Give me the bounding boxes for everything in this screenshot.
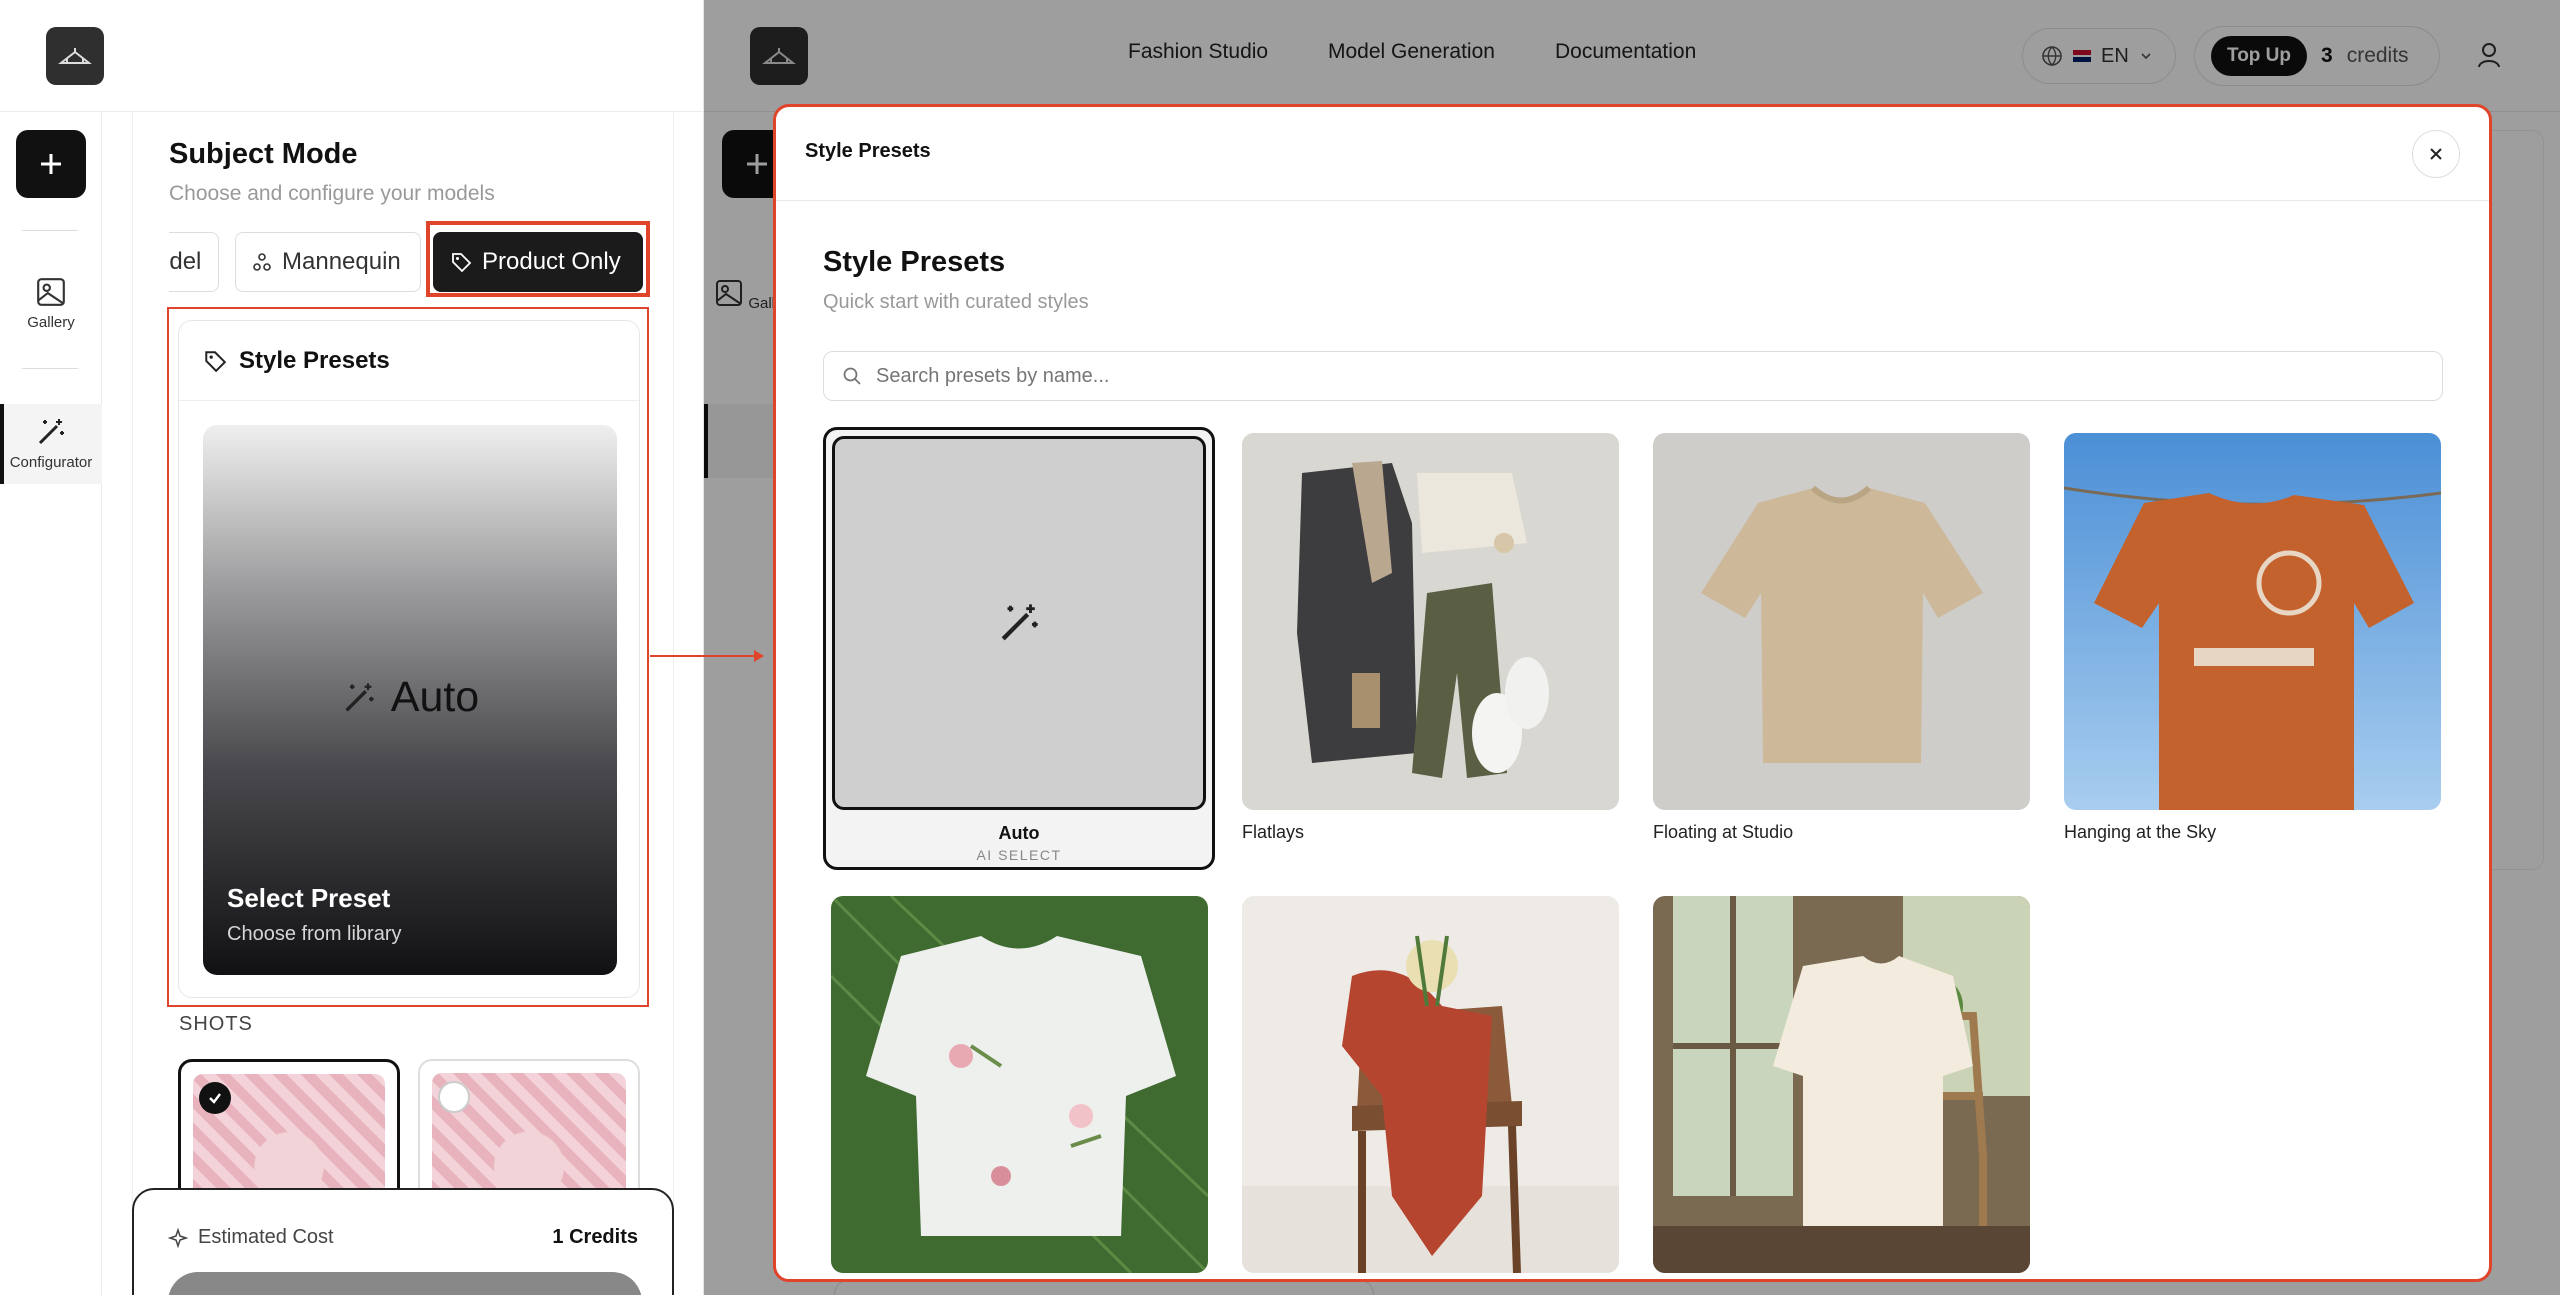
shots-label: SHOTS (179, 1013, 253, 1035)
side-rail: Gallery Configurator (0, 112, 102, 1295)
image-icon (37, 278, 65, 306)
hanger-logo-icon (58, 48, 92, 64)
hanging-tshirt-illustration (2064, 433, 2441, 810)
preset-tile-auto[interactable]: Auto AI SELECT (823, 427, 1215, 870)
rail-item-configurator-label: Configurator (9, 454, 93, 471)
chair-dress-illustration (1242, 896, 1619, 1273)
rail-item-gallery-label: Gallery (27, 314, 75, 331)
preset-auto-thumb (832, 436, 1206, 810)
new-button[interactable] (16, 130, 86, 198)
estimated-cost-value: 1 Credits (552, 1226, 638, 1248)
mode-model-button[interactable]: odel (169, 232, 219, 292)
preset-auto-tag: AI SELECT (976, 847, 1062, 863)
preset-tile-floating-at-studio[interactable]: Floating at Studio (1653, 433, 2030, 843)
flatlay-illustration (1242, 433, 1619, 810)
close-button[interactable] (2412, 130, 2460, 178)
grass-shirt-illustration (831, 896, 1208, 1273)
cost-bar: Estimated Cost 1 Credits (132, 1188, 674, 1295)
preset-chair-thumb (1242, 896, 1619, 1273)
preset-search (823, 351, 2443, 401)
search-icon (843, 367, 861, 385)
mannequin-icon (253, 253, 271, 271)
panel-subtitle: Choose and configure your models (169, 182, 495, 205)
check-icon (199, 1082, 231, 1114)
rail-item-gallery[interactable]: Gallery (0, 276, 102, 331)
estimated-cost-label-wrap: Estimated Cost (168, 1226, 334, 1249)
highlight-style-presets-card (167, 307, 649, 1007)
highlight-product-only (426, 221, 650, 297)
generate-button[interactable] (168, 1272, 642, 1295)
left-header (0, 0, 703, 112)
estimated-cost-label: Estimated Cost (198, 1226, 334, 1248)
preset-window-thumb (1653, 896, 2030, 1273)
rail-divider (22, 368, 78, 369)
panel-title: Subject Mode (169, 138, 358, 170)
preset-grass-thumb (831, 896, 1208, 1273)
style-presets-modal: Style Presets Style Presets Quick start … (773, 104, 2492, 1282)
plus-icon (41, 154, 61, 174)
preset-tile-window[interactable] (1653, 896, 2030, 1279)
preset-flatlays-thumb (1242, 433, 1619, 810)
modal-title: Style Presets (823, 246, 1006, 278)
floating-tshirt-illustration (1653, 433, 2030, 810)
mode-mannequin-label: Mannequin (282, 248, 401, 275)
preset-tile-hanging-at-the-sky[interactable]: Hanging at the Sky (2064, 433, 2441, 843)
annotation-arrow (650, 650, 764, 662)
preset-tile-flatlays[interactable]: Flatlays (1242, 433, 1619, 843)
preset-floating-name: Floating at Studio (1653, 822, 1794, 842)
app-logo[interactable] (46, 27, 104, 85)
preset-hanging-thumb (2064, 433, 2441, 810)
preset-hanging-name: Hanging at the Sky (2064, 822, 2217, 842)
preset-flatlays-name: Flatlays (1242, 822, 1305, 842)
close-icon (2430, 148, 2442, 160)
preset-tile-chair[interactable] (1242, 896, 1619, 1279)
preset-floating-thumb (1653, 433, 2030, 810)
rail-divider (22, 230, 78, 231)
sparkle-icon (168, 1227, 188, 1248)
left-app: Gallery Configurator Subject Mode Choose… (0, 0, 704, 1295)
preset-search-input[interactable] (876, 364, 2376, 388)
modal-header-title: Style Presets (805, 140, 931, 162)
mode-model-label: odel (169, 248, 202, 275)
modal-subtitle: Quick start with curated styles (823, 291, 1089, 313)
magic-wand-icon (1001, 604, 1038, 641)
preset-tile-grass[interactable] (831, 896, 1208, 1279)
preset-auto-name: Auto (998, 823, 1040, 843)
modal-header: Style Presets (776, 107, 2489, 201)
unchecked-circle-icon (438, 1081, 470, 1113)
mode-mannequin-button[interactable]: Mannequin (235, 232, 421, 292)
rail-item-configurator[interactable]: Configurator (0, 404, 102, 484)
magic-wand-icon (38, 419, 64, 445)
window-blouse-illustration (1653, 896, 2030, 1273)
